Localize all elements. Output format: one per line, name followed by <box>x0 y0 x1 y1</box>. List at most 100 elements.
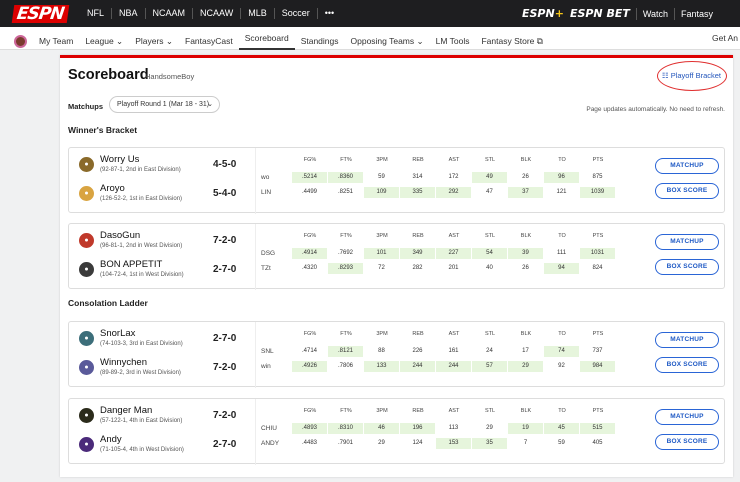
team-abbr: DSG <box>261 250 276 257</box>
page-title: Scoreboard <box>68 67 149 83</box>
matchup-button[interactable]: MATCHUP <box>655 158 719 174</box>
fantasy-sub-navigation: My Team League ⌄ Players ⌄ FantasyCast S… <box>0 27 740 50</box>
subnav-my-team[interactable]: My Team <box>33 36 79 47</box>
stat-cell: .7692 <box>337 250 353 256</box>
stat-cell: 244 <box>400 361 435 372</box>
espn-logo[interactable]: ESPN <box>11 4 69 24</box>
team-row[interactable]: ● BON APPETIT (104-72-4, 1st in West Divis… <box>69 257 254 287</box>
stat-cell: 737 <box>592 348 603 354</box>
watch-link[interactable]: Watch <box>643 9 668 19</box>
subnav-standings[interactable]: Standings <box>295 36 345 47</box>
stat-cell: .5214 <box>292 172 327 183</box>
subnav-players[interactable]: Players ⌄ <box>129 36 179 47</box>
more-icon[interactable]: ••• <box>316 8 341 19</box>
stat-cell: 94 <box>544 263 579 274</box>
chevron-down-icon: ⌄ <box>207 101 213 108</box>
box-score-button[interactable]: BOX SCORE <box>655 259 719 275</box>
box-score-button[interactable]: BOX SCORE <box>655 183 719 199</box>
subnav-league[interactable]: League ⌄ <box>79 36 129 47</box>
subnav-fantasycast[interactable]: FantasyCast <box>179 36 239 47</box>
nav-nba[interactable]: NBA <box>111 8 145 19</box>
stat-cell: 26 <box>522 265 529 271</box>
stat-cell: 349 <box>400 248 435 259</box>
stat-header: AST <box>448 331 460 337</box>
league-logo-icon[interactable] <box>14 35 27 48</box>
stat-cell: 47 <box>486 189 493 195</box>
stat-cell: 29 <box>378 440 385 446</box>
matchup-button[interactable]: MATCHUP <box>655 409 719 425</box>
matchup-button[interactable]: MATCHUP <box>655 234 719 250</box>
stat-cell: 875 <box>592 174 603 180</box>
espn-bet-link[interactable]: ESPN BET <box>570 7 630 20</box>
nav-ncaaw[interactable]: NCAAW <box>192 8 240 19</box>
stat-header: TO <box>558 233 566 239</box>
stat-cell: 335 <box>400 187 435 198</box>
stat-cell: .8360 <box>328 172 363 183</box>
stat-cell: 88 <box>378 348 385 354</box>
team-name[interactable]: Andy <box>100 434 122 445</box>
stat-header: 3PM <box>376 408 388 414</box>
stat-cell: 59 <box>378 174 385 180</box>
stat-cell: 57 <box>472 361 507 372</box>
stat-header: STL <box>484 408 496 414</box>
stat-header: PTS <box>592 233 604 239</box>
stat-header: BLK <box>520 408 532 414</box>
matchup-period-select[interactable]: Playoff Round 1 (Mar 18 - 31) ⌄ <box>109 96 220 113</box>
stat-cell: 72 <box>378 265 385 271</box>
team-name[interactable]: BON APPETIT <box>100 259 162 270</box>
nav-soccer[interactable]: Soccer <box>273 8 317 19</box>
plus-icon: + <box>554 7 564 20</box>
team-row[interactable]: ● Aroyo (126-52-2, 1st in East Division) 5-… <box>69 181 254 211</box>
team-avatar-icon: ● <box>79 437 94 452</box>
stat-header: STL <box>484 331 496 337</box>
subnav-lm-tools[interactable]: LM Tools <box>430 36 476 47</box>
box-score-button[interactable]: BOX SCORE <box>655 434 719 450</box>
stat-cell: 49 <box>472 172 507 183</box>
team-abbr: CHIU <box>261 425 277 432</box>
stat-header: BLK <box>520 157 532 163</box>
nav-nfl[interactable]: NFL <box>80 8 111 19</box>
stat-header: FG% <box>303 408 317 414</box>
subnav-opposing-teams[interactable]: Opposing Teams ⌄ <box>345 36 430 47</box>
team-name[interactable]: Worry Us <box>100 154 139 165</box>
get-app-link[interactable]: Get An <box>712 33 738 43</box>
fantasy-link[interactable]: Fantasy <box>681 9 713 19</box>
subnav-fantasy-store[interactable]: Fantasy Store ⧉ <box>475 36 548 47</box>
team-avatar-icon: ● <box>79 262 94 277</box>
playoff-bracket-link[interactable]: ☷ Playoff Bracket <box>662 71 721 80</box>
team-avatar-icon: ● <box>79 360 94 375</box>
stat-cell: 45 <box>544 423 579 434</box>
team-avatar-icon: ● <box>79 331 94 346</box>
stat-cell: 121 <box>556 189 567 195</box>
section-title: Winner's Bracket <box>68 125 138 135</box>
divider <box>635 7 637 20</box>
box-score-button[interactable]: BOX SCORE <box>655 357 719 373</box>
team-name[interactable]: Danger Man <box>100 405 152 416</box>
stat-header: BLK <box>520 233 532 239</box>
team-row[interactable]: ● Winnychen (89-89-2, 3rd in West Division… <box>69 355 254 385</box>
team-name[interactable]: Winnychen <box>100 357 147 368</box>
stat-cell: 109 <box>364 187 399 198</box>
stat-cell: 1039 <box>580 187 615 198</box>
stat-cell: 26 <box>522 174 529 180</box>
stat-cell: 54 <box>472 248 507 259</box>
team-row[interactable]: ● Andy (71-105-4, 4th in West Division) 2-7… <box>69 432 254 462</box>
team-row[interactable]: ● DasoGun (96-81-1, 2nd in West Division) 7… <box>69 228 254 258</box>
matchup-button[interactable]: MATCHUP <box>655 332 719 348</box>
nav-ncaam[interactable]: NCAAM <box>144 8 193 19</box>
stat-header: FG% <box>303 331 317 337</box>
team-name[interactable]: DasoGun <box>100 230 140 241</box>
stat-cell: 201 <box>448 265 459 271</box>
stat-cell: 111 <box>556 250 567 256</box>
team-row[interactable]: ● SnorLax (74-103-3, 3rd in East Division)… <box>69 326 254 356</box>
team-row[interactable]: ● Danger Man (57-122-1, 4th in East Divisi… <box>69 403 254 433</box>
nav-mlb[interactable]: MLB <box>240 8 274 19</box>
team-name[interactable]: Aroyo <box>100 183 125 194</box>
scoreboard-card: Scoreboard HandsomeBoy ☷ Playoff Bracket… <box>60 55 733 477</box>
subnav-scoreboard[interactable]: Scoreboard <box>238 33 295 50</box>
team-row[interactable]: ● Worry Us (92-87-1, 2nd in East Division)… <box>69 152 254 182</box>
espn-plus-link[interactable]: ESPN+ <box>522 7 564 20</box>
stat-header: REB <box>412 331 424 337</box>
team-abbr: wo <box>261 174 270 181</box>
team-name[interactable]: SnorLax <box>100 328 135 339</box>
